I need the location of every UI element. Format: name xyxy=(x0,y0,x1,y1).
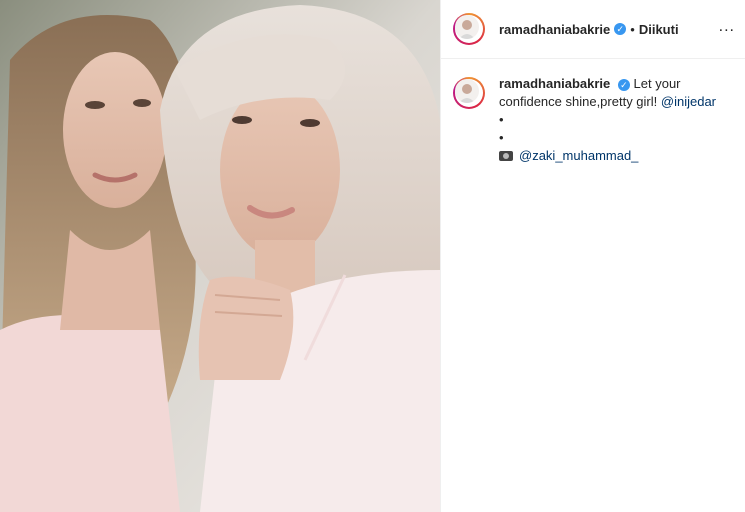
avatar[interactable] xyxy=(453,13,485,45)
mention-link[interactable]: @inijedar xyxy=(661,94,716,109)
caption-bullet-1: • xyxy=(499,112,504,127)
more-options-icon[interactable]: ... xyxy=(719,18,735,36)
profile-picture xyxy=(455,15,479,39)
post-photo[interactable] xyxy=(0,0,440,512)
caption-comment: ramadhaniabakrie ✓ Let your confidence s… xyxy=(441,59,745,165)
post-modal: ramadhaniabakrie ✓ • Diikuti ... ramadha… xyxy=(0,0,745,512)
verified-badge-icon: ✓ xyxy=(614,23,627,35)
caption-profile-picture xyxy=(455,79,479,103)
credit-mention-link[interactable]: @zaki_muhammad_ xyxy=(519,148,638,163)
post-image xyxy=(0,0,440,512)
caption-bullet-2: • xyxy=(499,130,504,145)
caption-username-link[interactable]: ramadhaniabakrie xyxy=(499,76,610,91)
follow-status-button[interactable]: Diikuti xyxy=(639,22,679,37)
caption-text: ramadhaniabakrie ✓ Let your confidence s… xyxy=(499,75,729,165)
username-link[interactable]: ramadhaniabakrie xyxy=(499,22,610,37)
separator-dot: • xyxy=(630,21,635,37)
post-sidebar: ramadhaniabakrie ✓ • Diikuti ... ramadha… xyxy=(440,0,745,512)
caption-verified-badge-icon: ✓ xyxy=(617,78,630,91)
caption-avatar[interactable] xyxy=(453,77,485,109)
camera-icon xyxy=(499,151,513,161)
post-header: ramadhaniabakrie ✓ • Diikuti ... xyxy=(441,0,745,59)
